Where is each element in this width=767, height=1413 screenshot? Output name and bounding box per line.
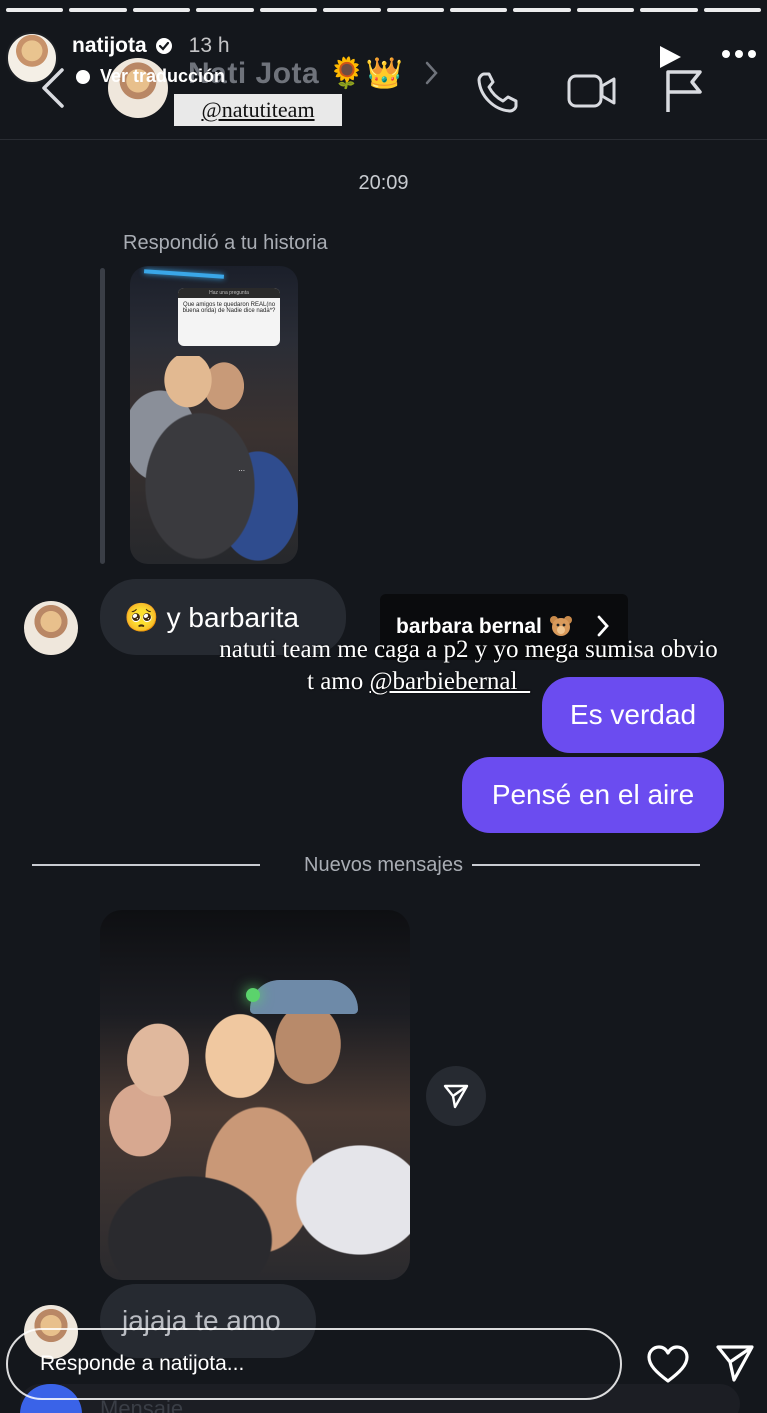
story-header: natijota 13 h Ver traducción (6, 30, 757, 90)
new-messages-divider: Nuevos mensajes (304, 854, 463, 876)
caption-line-2: t amo @barbiebernal_ (0, 666, 767, 698)
photo-people (100, 970, 410, 1280)
question-sticker: Haz una pregunta Que amigos te quedaron … (178, 288, 280, 346)
translate-icon (76, 69, 90, 84)
story-progress-segment (640, 8, 698, 12)
send-icon[interactable] (714, 1342, 756, 1384)
question-sticker-header: Haz una pregunta (178, 288, 280, 298)
caption-line-1: natuti team me caga a p2 y yo mega sumis… (219, 636, 718, 663)
story-progress-segment (386, 8, 444, 12)
message-timestamp: 20:09 (358, 172, 409, 194)
story-progress (6, 8, 762, 12)
story-thumbnail-caption: ... (238, 464, 246, 473)
story-progress-segment (576, 8, 635, 12)
caption-prefix: t amo (307, 668, 370, 695)
see-translation-label: Ver traducción (100, 66, 226, 86)
story-progress-segment (323, 8, 381, 12)
mention-sticker-natutiteam[interactable]: @natutiteam (174, 94, 342, 126)
story-progress-segment (132, 8, 191, 12)
outgoing-message-text: Pensé en el aire (491, 779, 695, 810)
story-progress-segment (196, 8, 254, 12)
incoming-message-text: 🥺 y barbarita (124, 601, 299, 633)
verified-badge-icon (155, 38, 172, 54)
story-caption: natuti team me caga a p2 y yo mega sumis… (0, 634, 767, 698)
story-photo-people (130, 356, 298, 564)
story-author[interactable]: natijota 13 h (72, 34, 230, 58)
question-sticker-text: Que amigos te quedaron REAL(no buena ond… (182, 302, 276, 314)
replied-story-thumbnail[interactable]: Haz una pregunta Que amigos te quedaron … (130, 266, 298, 564)
play-icon[interactable] (657, 44, 683, 70)
story-reply-input[interactable]: Responde a natijota... (6, 1328, 622, 1400)
story-progress-segment (6, 8, 64, 12)
photo-message[interactable] (100, 910, 410, 1280)
party-light (246, 988, 260, 1002)
story-progress-segment (449, 8, 508, 12)
story-progress-segment (703, 8, 762, 12)
send-icon (443, 1084, 469, 1109)
story-author-avatar[interactable] (6, 32, 58, 84)
story-progress-segment (259, 8, 318, 12)
cap (250, 980, 358, 1014)
story-time: 13 h (188, 34, 230, 57)
story-reply-label: Respondió a tu historia (123, 232, 328, 254)
see-translation-button[interactable]: Ver traducción (76, 66, 225, 87)
story-username[interactable]: natijota (72, 34, 147, 58)
outgoing-message-text: Es verdad (569, 699, 697, 730)
share-button[interactable] (426, 1066, 486, 1126)
story-progress-segment (513, 8, 571, 12)
more-options-icon[interactable] (721, 46, 757, 62)
story-progress-segment (69, 8, 127, 12)
mention-barbiebernal[interactable]: @barbiebernal_ (370, 668, 530, 695)
outgoing-message[interactable]: Pensé en el aire (462, 757, 724, 833)
heart-icon[interactable] (646, 1344, 690, 1384)
story-screen: Nati Jota 🌻👑 @natutiteam natijota 13 h V… (0, 0, 767, 1413)
reply-indicator-bar (100, 268, 105, 564)
story-reply-placeholder: Responde a natijota... (40, 1352, 245, 1375)
neon-light (143, 269, 225, 279)
